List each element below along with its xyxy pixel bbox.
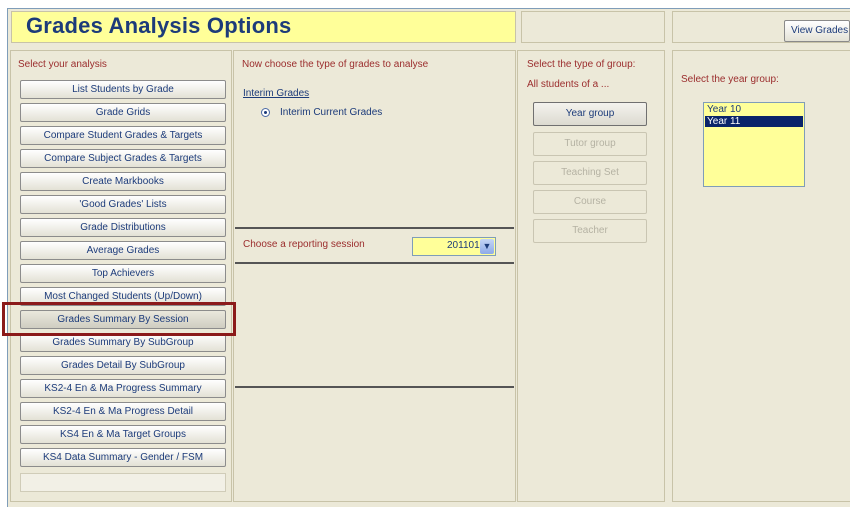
header-spacer-mid <box>521 11 665 43</box>
analysis-heading: Select your analysis <box>18 59 107 70</box>
year-group-listbox[interactable]: Year 10 Year 11 <box>703 102 805 187</box>
page-title: Grades Analysis Options <box>26 13 292 38</box>
tutor-group-button[interactable]: Tutor group <box>533 132 647 156</box>
year-group-item[interactable]: Year 10 <box>705 104 803 115</box>
reporting-session-value: 201101 <box>447 240 480 251</box>
reporting-session-label: Choose a reporting session <box>243 239 365 250</box>
teaching-set-button[interactable]: Teaching Set <box>533 161 647 185</box>
group-type-subheading: All students of a ... <box>527 79 610 90</box>
analysis-bottom-field <box>20 473 226 492</box>
group-type-heading: Select the type of group: <box>527 59 636 70</box>
interim-grades-label: Interim Grades <box>243 88 310 99</box>
analysis-create-markbooks-button[interactable]: Create Markbooks <box>20 172 226 191</box>
year-group-button[interactable]: Year group <box>533 102 647 126</box>
divider <box>235 262 514 264</box>
analysis-grade-distributions-button[interactable]: Grade Distributions <box>20 218 226 237</box>
analysis-grades-detail-by-subgroup-button[interactable]: Grades Detail By SubGroup <box>20 356 226 375</box>
view-grades-button[interactable]: View Grades <box>784 20 850 42</box>
analysis-good-grades-lists-button[interactable]: 'Good Grades' Lists <box>20 195 226 214</box>
analysis-ks4-target-groups-button[interactable]: KS4 En & Ma Target Groups <box>20 425 226 444</box>
analysis-grade-grids-button[interactable]: Grade Grids <box>20 103 226 122</box>
analysis-average-grades-button[interactable]: Average Grades <box>20 241 226 260</box>
analysis-ks4-data-summary-button[interactable]: KS4 Data Summary - Gender / FSM <box>20 448 226 467</box>
interim-current-grades-label: Interim Current Grades <box>280 107 383 118</box>
year-group-heading: Select the year group: <box>681 74 779 85</box>
interim-current-grades-radio[interactable] <box>261 108 270 117</box>
divider <box>235 386 514 388</box>
analysis-compare-student-grades-button[interactable]: Compare Student Grades & Targets <box>20 126 226 145</box>
analysis-list-students-by-grade-button[interactable]: List Students by Grade <box>20 80 226 99</box>
chevron-down-icon[interactable]: ▼ <box>480 239 494 254</box>
reporting-session-select[interactable]: 201101 ▼ <box>412 237 496 256</box>
analysis-top-achievers-button[interactable]: Top Achievers <box>20 264 226 283</box>
analysis-compare-subject-grades-button[interactable]: Compare Subject Grades & Targets <box>20 149 226 168</box>
analysis-ks2-4-progress-detail-button[interactable]: KS2-4 En & Ma Progress Detail <box>20 402 226 421</box>
teacher-button[interactable]: Teacher <box>533 219 647 243</box>
title-bar: Grades Analysis Options <box>11 11 516 43</box>
year-group-item[interactable]: Year 11 <box>705 116 803 127</box>
selected-analysis-highlight <box>2 302 236 336</box>
grade-type-heading: Now choose the type of grades to analyse <box>242 59 429 70</box>
analysis-ks2-4-progress-summary-button[interactable]: KS2-4 En & Ma Progress Summary <box>20 379 226 398</box>
divider <box>235 227 514 229</box>
course-button[interactable]: Course <box>533 190 647 214</box>
